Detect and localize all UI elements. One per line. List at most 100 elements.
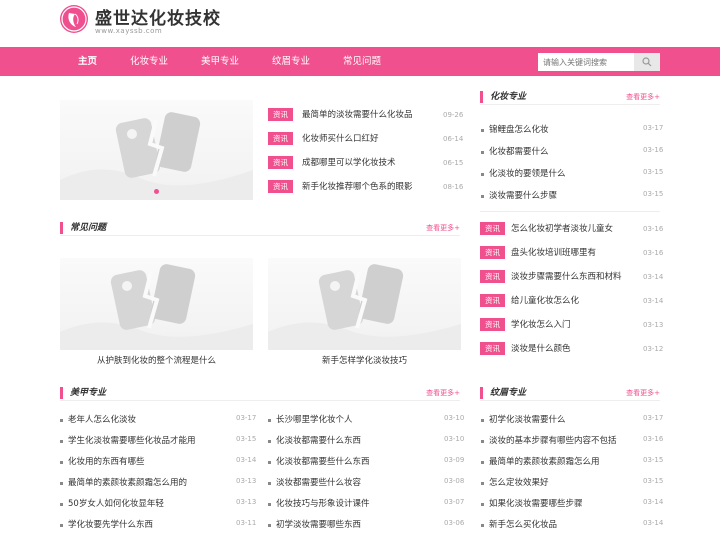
news-link[interactable]: 给儿童化妆怎么化	[511, 295, 579, 307]
nav-item-home[interactable]: 主页	[78, 47, 97, 76]
section-accent-bar	[60, 387, 63, 399]
list-item-link[interactable]: 学生化淡妆需要哪些化妆品才能用	[68, 435, 196, 447]
makeup-more-link[interactable]: 查看更多+	[626, 92, 660, 102]
list-item-date: 03-15	[643, 477, 664, 485]
slider-dot-active[interactable]	[154, 189, 159, 194]
list-item-link[interactable]: 淡妆都需要些什么妆容	[276, 477, 361, 489]
list-bullet	[268, 503, 271, 506]
list-item-date: 03-06	[444, 519, 465, 527]
image-placeholder-icon	[268, 264, 461, 350]
news-date: 03-14	[643, 273, 664, 281]
list-item-link[interactable]: 化淡妆的要领是什么	[489, 168, 566, 180]
news-tag: 资讯	[480, 246, 505, 259]
news-date: 03-14	[643, 297, 664, 305]
news-date: 08-16	[443, 183, 464, 191]
search-input[interactable]	[538, 53, 634, 71]
news-date: 03-16	[643, 225, 664, 233]
news-date: 03-12	[643, 345, 664, 353]
list-item-link[interactable]: 老年人怎么化淡妆	[68, 414, 136, 426]
image-placeholder-icon	[60, 112, 253, 200]
list-item-link[interactable]: 化淡妆都需要什么东西	[276, 435, 361, 447]
nav-item-makeup[interactable]: 化妆专业	[130, 47, 168, 76]
list-item-link[interactable]: 初学淡妆需要哪些东西	[276, 519, 361, 531]
news-tag: 资讯	[480, 222, 505, 235]
list-bullet	[481, 151, 484, 154]
faq-card-caption[interactable]: 新手怎样学化淡妆技巧	[268, 355, 461, 367]
list-item-link[interactable]: 锦鲤盘怎么化妆	[489, 124, 549, 136]
list-item-link[interactable]: 学化妆要先学什么东西	[68, 519, 153, 531]
list-item-link[interactable]: 化妆都需要什么	[489, 146, 549, 158]
list-item-link[interactable]: 淡妆需要什么步骤	[489, 190, 557, 202]
news-link[interactable]: 盘头化妆培训班哪里有	[511, 247, 596, 259]
main-nav: 主页 化妆专业 美甲专业 纹眉专业 常见问题	[0, 47, 720, 76]
news-link[interactable]: 成都哪里可以学化妆技术	[302, 157, 396, 169]
site-header: 盛世达化妆技校 www.xayssb.com	[0, 0, 720, 47]
nail-section-header: 美甲专业 查看更多+	[60, 387, 460, 401]
list-item-date: 03-10	[444, 414, 465, 422]
list-item-link[interactable]: 最简单的素颜妆素颜霜怎么用	[489, 456, 600, 468]
news-tag: 资讯	[480, 294, 505, 307]
list-bullet	[481, 461, 484, 464]
section-title: 化妆专业	[490, 92, 527, 102]
featured-slider-image[interactable]	[60, 100, 253, 200]
site-title[interactable]: 盛世达化妆技校	[95, 4, 221, 29]
list-bullet	[60, 440, 63, 443]
news-link[interactable]: 淡妆步骤需要什么东西和材料	[511, 271, 622, 283]
list-item-link[interactable]: 长沙哪里学化妆个人	[276, 414, 353, 426]
divider	[480, 211, 660, 212]
logo-icon[interactable]	[60, 5, 88, 33]
list-item-date: 03-08	[444, 477, 465, 485]
list-item-date: 03-16	[643, 146, 664, 154]
brow-more-link[interactable]: 查看更多+	[626, 388, 660, 398]
faq-card-image[interactable]	[60, 258, 253, 350]
list-bullet	[481, 173, 484, 176]
list-bullet	[60, 461, 63, 464]
news-tag: 资讯	[268, 156, 293, 169]
list-item-link[interactable]: 初学化淡妆需要什么	[489, 414, 566, 426]
nail-more-link[interactable]: 查看更多+	[426, 388, 460, 398]
list-bullet	[268, 524, 271, 527]
list-item-link[interactable]: 淡妆的基本步骤有哪些内容不包括	[489, 435, 617, 447]
list-item-link[interactable]: 如果化淡妆需要哪些步骤	[489, 498, 583, 510]
faq-card-image[interactable]	[268, 258, 461, 350]
list-item-date: 03-15	[643, 190, 664, 198]
list-item-link[interactable]: 最简单的素颜妆素颜霜怎么用的	[68, 477, 187, 489]
list-item-link[interactable]: 新手怎么买化妆品	[489, 519, 557, 531]
list-bullet	[268, 482, 271, 485]
list-item-date: 03-15	[643, 456, 664, 464]
list-item-link[interactable]: 化妆技巧与形象设计课件	[276, 498, 370, 510]
nav-item-faq[interactable]: 常见问题	[343, 47, 381, 76]
news-link[interactable]: 淡妆是什么颜色	[511, 343, 571, 355]
news-link[interactable]: 最简单的淡妆需要什么化妆品	[302, 109, 413, 121]
list-item-link[interactable]: 化淡妆都需要些什么东西	[276, 456, 370, 468]
news-link[interactable]: 新手化妆推荐哪个色系的眼影	[302, 181, 413, 193]
news-tag: 资讯	[480, 318, 505, 331]
list-item-date: 03-14	[643, 519, 664, 527]
nav-item-nail[interactable]: 美甲专业	[201, 47, 239, 76]
list-bullet	[268, 461, 271, 464]
list-item-date: 03-15	[643, 168, 664, 176]
list-bullet	[481, 129, 484, 132]
image-placeholder-icon	[60, 264, 253, 350]
nav-item-brow[interactable]: 纹眉专业	[272, 47, 310, 76]
list-item-date: 03-16	[643, 435, 664, 443]
news-tag: 资讯	[268, 108, 293, 121]
list-item-link[interactable]: 50岁女人如何化妆显年轻	[68, 498, 164, 510]
section-accent-bar	[480, 91, 483, 103]
search-icon	[642, 57, 652, 67]
makeup-section-header: 化妆专业 查看更多+	[480, 91, 660, 105]
faq-card-caption[interactable]: 从护肤到化妆的整个流程是什么	[60, 355, 253, 367]
faq-section-header: 常见问题 查看更多+	[60, 222, 460, 236]
section-title: 常见问题	[70, 223, 107, 233]
search-button[interactable]	[634, 53, 660, 71]
faq-more-link[interactable]: 查看更多+	[426, 223, 460, 233]
news-link[interactable]: 化妆师买什么口红好	[302, 133, 379, 145]
news-tag: 资讯	[480, 270, 505, 283]
brow-section-header: 纹眉专业 查看更多+	[480, 387, 660, 401]
section-accent-bar	[60, 222, 63, 234]
news-link[interactable]: 怎么化妆初学者淡妆儿童女	[511, 223, 613, 235]
news-date: 09-26	[443, 111, 464, 119]
news-link[interactable]: 学化妆怎么入门	[511, 319, 571, 331]
list-item-link[interactable]: 化妆用的东西有哪些	[68, 456, 145, 468]
list-item-link[interactable]: 怎么定妆效果好	[489, 477, 549, 489]
